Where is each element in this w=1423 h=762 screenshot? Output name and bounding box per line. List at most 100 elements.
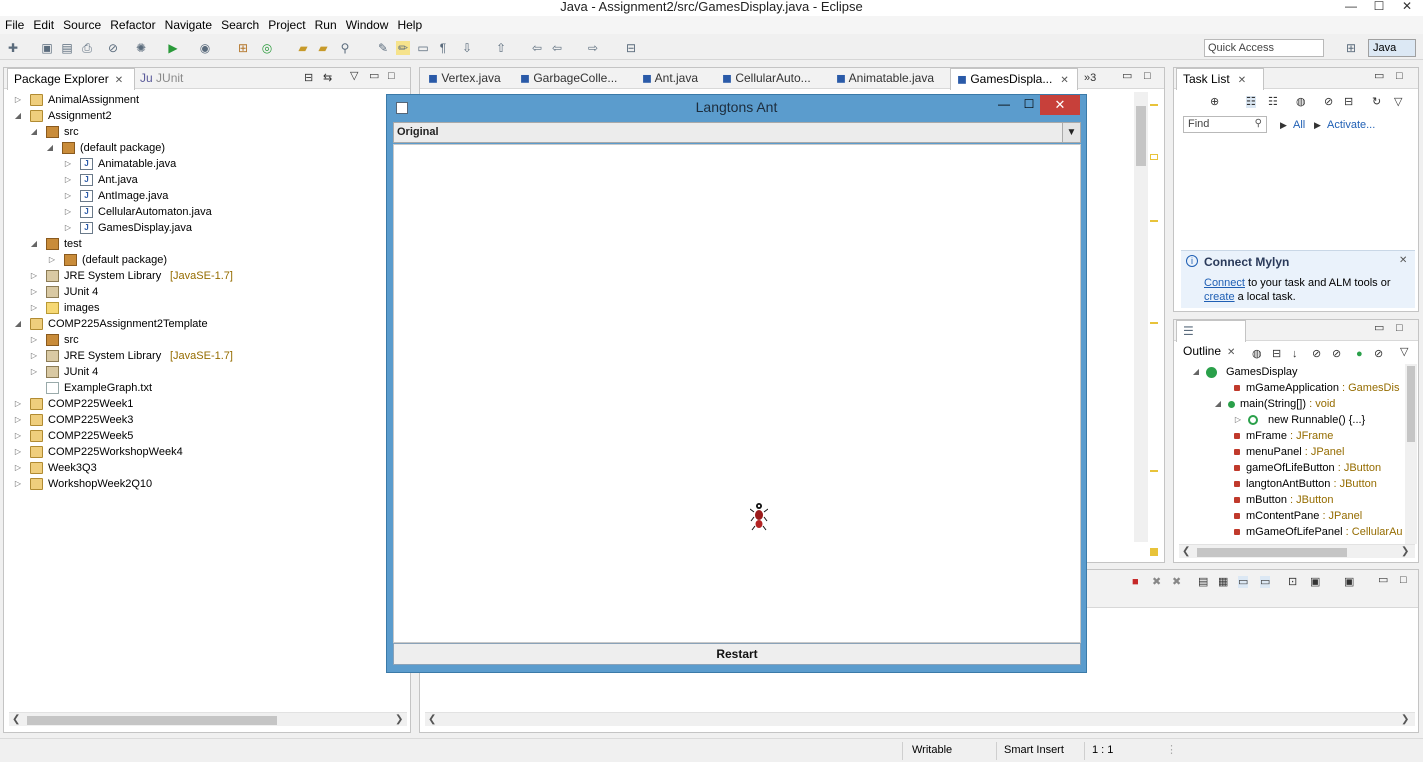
save-all-icon[interactable]: ▤ [60, 41, 74, 55]
expand-icon[interactable]: ▷ [64, 156, 72, 172]
editor-tab-vertex[interactable]: ◼ Vertex.java [428, 70, 501, 89]
editor-tab-gamesdisplay[interactable]: ◼ GamesDispla... ✕ [950, 68, 1078, 90]
rule-select[interactable]: Original ▼ [393, 122, 1081, 143]
display-console-icon[interactable]: ▣ [1310, 576, 1320, 588]
expand-icon[interactable]: ▷ [30, 300, 38, 316]
collapse-icon[interactable]: ◢ [1214, 396, 1222, 412]
minimize-view-icon[interactable]: ▭ [1374, 70, 1384, 82]
expand-icon[interactable]: ▷ [30, 268, 38, 284]
synchronize-icon[interactable]: ↻ [1372, 96, 1381, 108]
focus-active-task-icon[interactable]: ◍ [1252, 348, 1262, 360]
expand-icon[interactable]: ▷ [14, 476, 22, 492]
open-console-icon[interactable]: ▣ [1344, 576, 1354, 588]
package-explorer-scrollbar[interactable]: ❮ ❯ [9, 712, 407, 726]
last-edit-icon[interactable]: ⇦ [530, 41, 544, 55]
menu-window[interactable]: Window [341, 16, 389, 32]
maximize-view-icon[interactable]: □ [1400, 574, 1407, 586]
collapse-all-icon[interactable]: ⊟ [1272, 348, 1281, 360]
skip-breakpoints-icon[interactable]: ⊘ [106, 41, 120, 55]
task-find-input[interactable]: Find ⚲ [1183, 116, 1267, 133]
block-selection-icon[interactable]: ▭ [416, 41, 430, 55]
open-task-icon[interactable]: ▰ [316, 41, 330, 55]
view-menu-icon[interactable]: ▽ [1394, 96, 1402, 108]
scrollbar-thumb[interactable] [27, 716, 277, 725]
dialog-maximize-button[interactable]: ☐ [1017, 95, 1041, 115]
scroll-left-icon[interactable]: ❮ [428, 713, 436, 727]
prev-annotation-icon[interactable]: ⇧ [494, 41, 508, 55]
expand-icon[interactable]: ▷ [1234, 412, 1242, 428]
hide-completed-icon[interactable]: ⊘ [1324, 96, 1333, 108]
restart-button[interactable]: Restart [393, 643, 1081, 665]
menu-refactor[interactable]: Refactor [105, 16, 155, 32]
editor-tab-cellular[interactable]: ◼ CellularAuto... [722, 70, 811, 89]
expand-icon[interactable]: ▷ [30, 332, 38, 348]
expand-icon[interactable]: ▷ [14, 92, 22, 108]
pin-editor-icon[interactable]: ⊟ [624, 41, 638, 55]
mark-occurrences-icon[interactable]: ✏ [396, 41, 410, 55]
close-tab-icon[interactable]: ✕ [115, 75, 123, 86]
pin-console-icon[interactable]: ⊡ [1288, 576, 1297, 588]
scrollbar-thumb[interactable] [1407, 366, 1415, 442]
editor-tab-garbage[interactable]: ◼ GarbageColle... [520, 70, 617, 89]
scrollbar-thumb[interactable] [1136, 106, 1146, 166]
maximize-view-icon[interactable]: □ [1396, 322, 1403, 334]
clear-console-icon[interactable]: ▤ [1198, 576, 1208, 588]
maximize-view-icon[interactable]: □ [1396, 70, 1403, 82]
show-whitespace-icon[interactable]: ¶ [436, 41, 450, 55]
close-tab-icon[interactable]: ✕ [1227, 347, 1235, 358]
collapse-icon[interactable]: ◢ [1192, 364, 1200, 380]
run-icon[interactable]: ▶ [166, 41, 180, 55]
menu-help[interactable]: Help [392, 16, 422, 32]
open-perspective-icon[interactable]: ⊞ [1344, 41, 1358, 55]
scroll-left-icon[interactable]: ❮ [12, 713, 20, 727]
scroll-lock-icon[interactable]: ▦ [1218, 576, 1228, 588]
activate-link[interactable]: Activate... [1327, 119, 1375, 131]
expand-icon[interactable]: ▷ [30, 284, 38, 300]
collapse-icon[interactable]: ◢ [14, 108, 22, 124]
minimize-view-icon[interactable]: ▭ [1374, 322, 1384, 334]
ant-canvas[interactable] [393, 144, 1081, 643]
new-icon[interactable]: ✚ [6, 41, 20, 55]
show-on-stdout-icon[interactable]: ▭ [1238, 576, 1249, 588]
close-tab-icon[interactable]: ✕ [1060, 75, 1068, 86]
dialog-close-button[interactable]: ✕ [1040, 95, 1080, 115]
menu-source[interactable]: Source [58, 16, 101, 32]
debug-icon[interactable]: ✺ [134, 41, 148, 55]
java-perspective-button[interactable]: Java [1368, 39, 1416, 57]
create-link[interactable]: create [1204, 291, 1235, 303]
quick-access-input[interactable]: Quick Access [1204, 39, 1324, 57]
expand-icon[interactable]: ▷ [14, 460, 22, 476]
new-class-icon[interactable]: ◎ [260, 41, 274, 55]
focus-icon[interactable]: ◍ [1296, 96, 1306, 108]
hide-fields-icon[interactable]: ⊘ [1312, 348, 1321, 360]
categorized-icon[interactable]: ☷ [1246, 96, 1256, 108]
collapse-all-icon[interactable]: ⊟ [304, 72, 313, 84]
expand-icon[interactable]: ▷ [30, 364, 38, 380]
menu-project[interactable]: Project [263, 16, 305, 32]
new-package-icon[interactable]: ⊞ [236, 41, 250, 55]
minimize-view-icon[interactable]: ▭ [369, 70, 379, 82]
collapse-icon[interactable]: ◢ [30, 124, 38, 140]
view-menu-icon[interactable]: ▽ [350, 70, 358, 82]
outline-horizontal-scrollbar[interactable]: ❮ ❯ [1179, 544, 1415, 558]
tab-outline[interactable]: ☰ Outline ✕ [1176, 320, 1246, 358]
view-menu-icon[interactable]: ▽ [1400, 346, 1408, 358]
remove-all-icon[interactable]: ✖ [1172, 576, 1181, 588]
link-editor-icon[interactable]: ⇆ [323, 72, 332, 84]
scrollbar-thumb[interactable] [1197, 548, 1347, 557]
scroll-right-icon[interactable]: ❯ [395, 713, 403, 727]
menu-file[interactable]: File [0, 16, 24, 32]
collapse-icon[interactable]: ◢ [14, 316, 22, 332]
scroll-left-icon[interactable]: ❮ [1182, 545, 1190, 559]
expand-icon[interactable]: ▷ [64, 188, 72, 204]
menu-search[interactable]: Search [216, 16, 259, 32]
tab-package-explorer[interactable]: Package Explorer ✕ [7, 68, 135, 90]
minimize-view-icon[interactable]: ▭ [1378, 574, 1388, 586]
maximize-view-icon[interactable]: □ [1144, 70, 1151, 82]
expand-icon[interactable]: ▷ [64, 172, 72, 188]
menu-edit[interactable]: Edit [28, 16, 54, 32]
close-mylyn-icon[interactable]: ✕ [1399, 255, 1407, 266]
search-icon[interactable]: ⚲ [338, 41, 352, 55]
expand-icon[interactable]: ▷ [64, 204, 72, 220]
console-scrollbar[interactable]: ❮ ❯ [425, 712, 1415, 726]
